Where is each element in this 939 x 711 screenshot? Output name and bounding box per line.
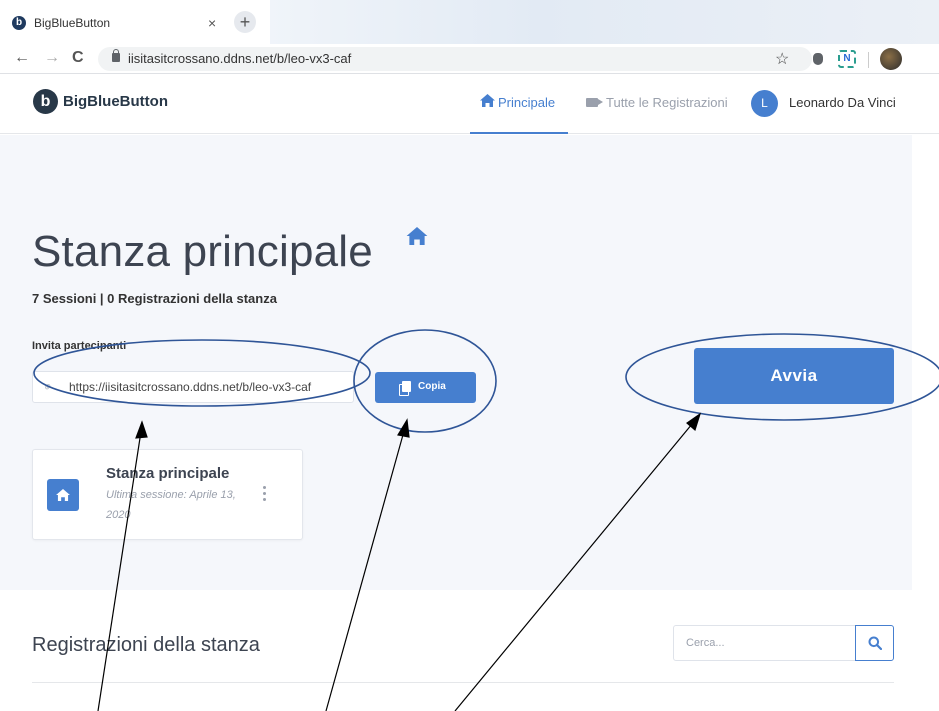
room-card-last-session: Ultima sessione: Aprile 13, 2020 (106, 489, 236, 521)
user-avatar[interactable]: L (751, 90, 778, 117)
room-hero: Stanza principale 7 Sessioni | 0 Registr… (0, 135, 912, 590)
nav-home-label: Principale (498, 95, 556, 110)
logo-text[interactable]: BigBlueButton (63, 93, 168, 110)
home-icon (47, 479, 79, 511)
invite-label: Invita partecipanti (32, 340, 127, 352)
new-tab-button[interactable]: + (234, 11, 256, 33)
user-name[interactable]: Leonardo Da Vinci (789, 95, 896, 110)
copy-button[interactable]: Copia (375, 372, 476, 403)
bigbluebutton-logo-icon[interactable]: b (33, 89, 58, 114)
more-options-icon[interactable] (263, 486, 267, 504)
room-card[interactable]: Stanza principale Ultima sessione: April… (32, 449, 303, 540)
invite-url-value[interactable]: https://iisitasitcrossano.ddns.net/b/leo… (69, 380, 311, 394)
search-button[interactable] (855, 625, 894, 661)
browser-tab-bar: b BigBlueButton × + (0, 0, 939, 44)
search-placeholder: Cerca... (686, 637, 725, 649)
home-icon (406, 227, 428, 251)
shield-extension-icon[interactable] (813, 53, 823, 65)
browser-toolbar: ← → C iisitasitcrossano.ddns.net/b/leo-v… (0, 44, 939, 74)
section-divider (32, 682, 894, 683)
home-icon (480, 94, 495, 110)
video-camera-icon (586, 98, 603, 107)
room-stats: 7 Sessioni | 0 Registrazioni della stanz… (32, 291, 277, 306)
recordings-title: Registrazioni della stanza (32, 634, 260, 656)
bigbluebutton-favicon-icon: b (12, 16, 26, 30)
copy-icon (399, 381, 411, 396)
lock-icon (112, 49, 120, 62)
extension-icon[interactable]: N (838, 50, 856, 68)
browser-tab[interactable]: b BigBlueButton × (0, 6, 230, 38)
tab-close-icon[interactable]: × (208, 15, 216, 31)
tab-bar-background (270, 0, 939, 44)
profile-avatar[interactable] (880, 48, 902, 70)
nav-recordings-label: Tutte le Registrazioni (606, 95, 728, 110)
link-icon: ⚭ (39, 378, 57, 396)
tab-title: BigBlueButton (34, 16, 111, 30)
search-input[interactable]: Cerca... (673, 625, 856, 661)
search-icon (868, 636, 882, 650)
nav-item-home[interactable]: Principale (470, 74, 568, 134)
page-title: Stanza principale (32, 227, 373, 276)
nav-item-recordings[interactable]: Tutte le Registrazioni (586, 74, 731, 134)
toolbar-divider (868, 52, 869, 68)
address-bar[interactable]: iisitasitcrossano.ddns.net/b/leo-vx3-caf (98, 47, 812, 71)
room-card-title: Stanza principale (106, 465, 230, 482)
back-arrow-icon[interactable]: ← (14, 49, 30, 67)
reload-icon[interactable]: C (72, 49, 84, 67)
app-header: b BigBlueButton Principale Tutte le Regi… (0, 74, 939, 134)
start-button[interactable]: Avvia (694, 348, 894, 404)
copy-label: Copia (418, 381, 446, 392)
invite-url-field[interactable]: ⚭ https://iisitasitcrossano.ddns.net/b/l… (32, 371, 354, 403)
forward-arrow-icon[interactable]: → (44, 49, 60, 67)
bookmark-star-icon[interactable]: ☆ (775, 49, 789, 69)
address-url[interactable]: iisitasitcrossano.ddns.net/b/leo-vx3-caf (128, 51, 351, 66)
